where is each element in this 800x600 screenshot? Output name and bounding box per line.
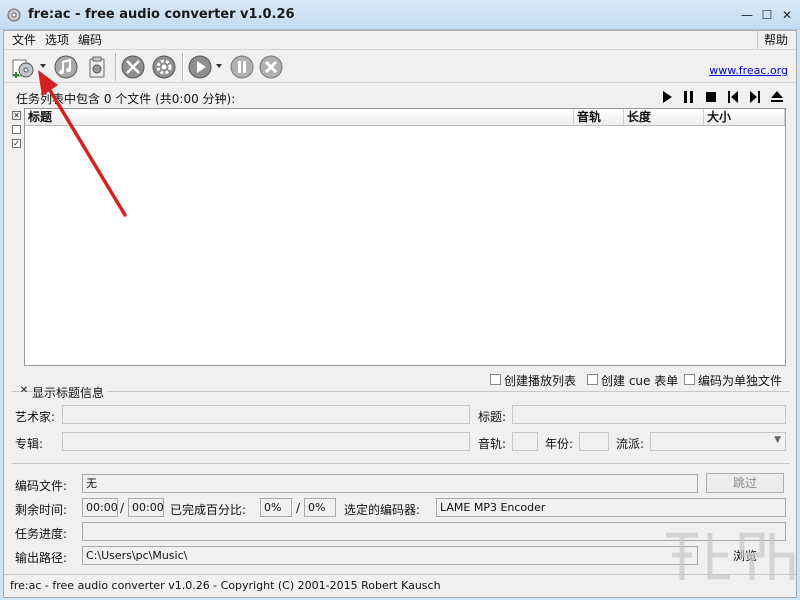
group-divider — [12, 463, 790, 464]
column-length[interactable]: 长度 — [624, 109, 704, 125]
percent-total-value: 0% — [304, 498, 336, 517]
toggle-selection-checkbox[interactable]: ✓ — [12, 139, 21, 148]
artist-input[interactable] — [62, 405, 470, 424]
toolbar-separator — [115, 53, 117, 81]
toolbar: www.freac.org — [4, 49, 796, 83]
year-input[interactable] — [579, 432, 609, 451]
select-none-checkbox[interactable] — [12, 125, 21, 134]
remove-files-icon[interactable] — [84, 54, 110, 80]
minimize-button[interactable]: — — [738, 6, 756, 24]
encoding-file-label: 编码文件: — [15, 479, 68, 493]
create-cue-checkbox[interactable] — [587, 374, 598, 385]
window-title: fre:ac - free audio converter v1.0.26 — [28, 7, 295, 22]
toolbar-separator — [182, 53, 184, 81]
app-icon — [7, 8, 21, 22]
track-label: 音轨: — [478, 437, 507, 451]
genre-label: 流派: — [616, 437, 645, 451]
album-input[interactable] — [62, 432, 470, 451]
file-list[interactable]: 标题 音轨 长度 大小 — [24, 108, 786, 366]
column-track[interactable]: 音轨 — [574, 109, 624, 125]
encoder-label: 选定的编码器: — [344, 503, 421, 517]
time-total-value: 00:00 — [128, 498, 164, 517]
output-path-input[interactable]: C:\Users\pc\Music\ — [82, 546, 698, 565]
show-title-info-label: 显示标题信息 — [32, 384, 109, 401]
add-files-dropdown-icon[interactable] — [40, 64, 46, 68]
menu-bar: 文件 选项 编码 帮助 — [4, 31, 796, 49]
pause-icon[interactable] — [681, 89, 697, 105]
job-list-info: 任务列表中包含 0 个文件 (共0:00 分钟): — [16, 92, 236, 106]
next-track-icon[interactable] — [747, 89, 763, 105]
column-title[interactable]: 标题 — [25, 109, 574, 125]
column-size[interactable]: 大小 — [704, 109, 785, 125]
time-separator: / — [120, 501, 125, 515]
job-progress-label: 任务进度: — [15, 527, 68, 541]
menu-help[interactable]: 帮助 — [756, 31, 794, 49]
create-playlist-label: 创建播放列表 — [504, 374, 577, 388]
previous-track-icon[interactable] — [725, 89, 741, 105]
artist-label: 艺术家: — [15, 410, 56, 424]
cd-ripper-icon[interactable] — [53, 54, 79, 80]
select-all-checkbox[interactable]: ✕ — [12, 111, 21, 120]
time-left-label: 剩余时间: — [15, 503, 68, 517]
encode-single-checkbox[interactable] — [684, 374, 695, 385]
genre-select[interactable]: ▼ — [650, 432, 786, 451]
encode-single-label: 编码为单独文件 — [698, 374, 783, 388]
start-encoding-icon[interactable] — [187, 54, 213, 80]
encoding-dropdown-icon[interactable] — [216, 64, 222, 68]
play-icon[interactable] — [659, 89, 675, 105]
title-input[interactable] — [512, 405, 786, 424]
maximize-button[interactable]: ☐ — [758, 6, 776, 24]
config-gear-icon[interactable] — [151, 54, 177, 80]
skip-button[interactable]: 跳过 — [706, 473, 784, 493]
encoder-value[interactable]: LAME MP3 Encoder — [436, 498, 786, 517]
menu-encode[interactable]: 编码 — [74, 31, 106, 49]
watermark-logo-icon — [666, 532, 795, 580]
menu-options[interactable]: 选项 — [41, 31, 73, 49]
title-label: 标题: — [478, 410, 507, 424]
percent-separator: / — [296, 501, 301, 515]
output-path-label: 输出路径: — [15, 551, 68, 565]
stop-icon[interactable] — [703, 89, 719, 105]
encoding-file-value: 无 — [82, 474, 698, 493]
website-link[interactable]: www.freac.org — [709, 64, 788, 77]
eject-icon[interactable] — [769, 89, 785, 105]
group-divider — [12, 391, 790, 392]
track-input[interactable] — [512, 432, 538, 451]
settings-tools-icon[interactable] — [120, 54, 146, 80]
percent-label: 已完成百分比: — [170, 503, 247, 517]
show-title-info-checkbox[interactable]: ✕ — [19, 386, 29, 396]
year-label: 年份: — [545, 437, 574, 451]
menu-file[interactable]: 文件 — [8, 31, 40, 49]
create-playlist-checkbox[interactable] — [490, 374, 501, 385]
close-button[interactable]: ✕ — [778, 6, 796, 24]
time-left-value: 00:00 — [82, 498, 118, 517]
main-window: 文件 选项 编码 帮助 www.freac.org 任务列表中包含 0 个文件 … — [3, 30, 797, 598]
file-list-header: 标题 音轨 长度 大小 — [25, 109, 785, 126]
create-cue-label: 创建 cue 表单 — [601, 374, 679, 388]
chevron-down-icon[interactable]: ▼ — [774, 435, 781, 445]
percent-file-value: 0% — [260, 498, 292, 517]
album-label: 专辑: — [15, 437, 44, 451]
stop-encoding-icon[interactable] — [258, 54, 284, 80]
pause-encoding-icon[interactable] — [229, 54, 255, 80]
add-files-icon[interactable] — [10, 54, 36, 80]
title-bar[interactable]: fre:ac - free audio converter v1.0.26 — … — [0, 0, 800, 30]
